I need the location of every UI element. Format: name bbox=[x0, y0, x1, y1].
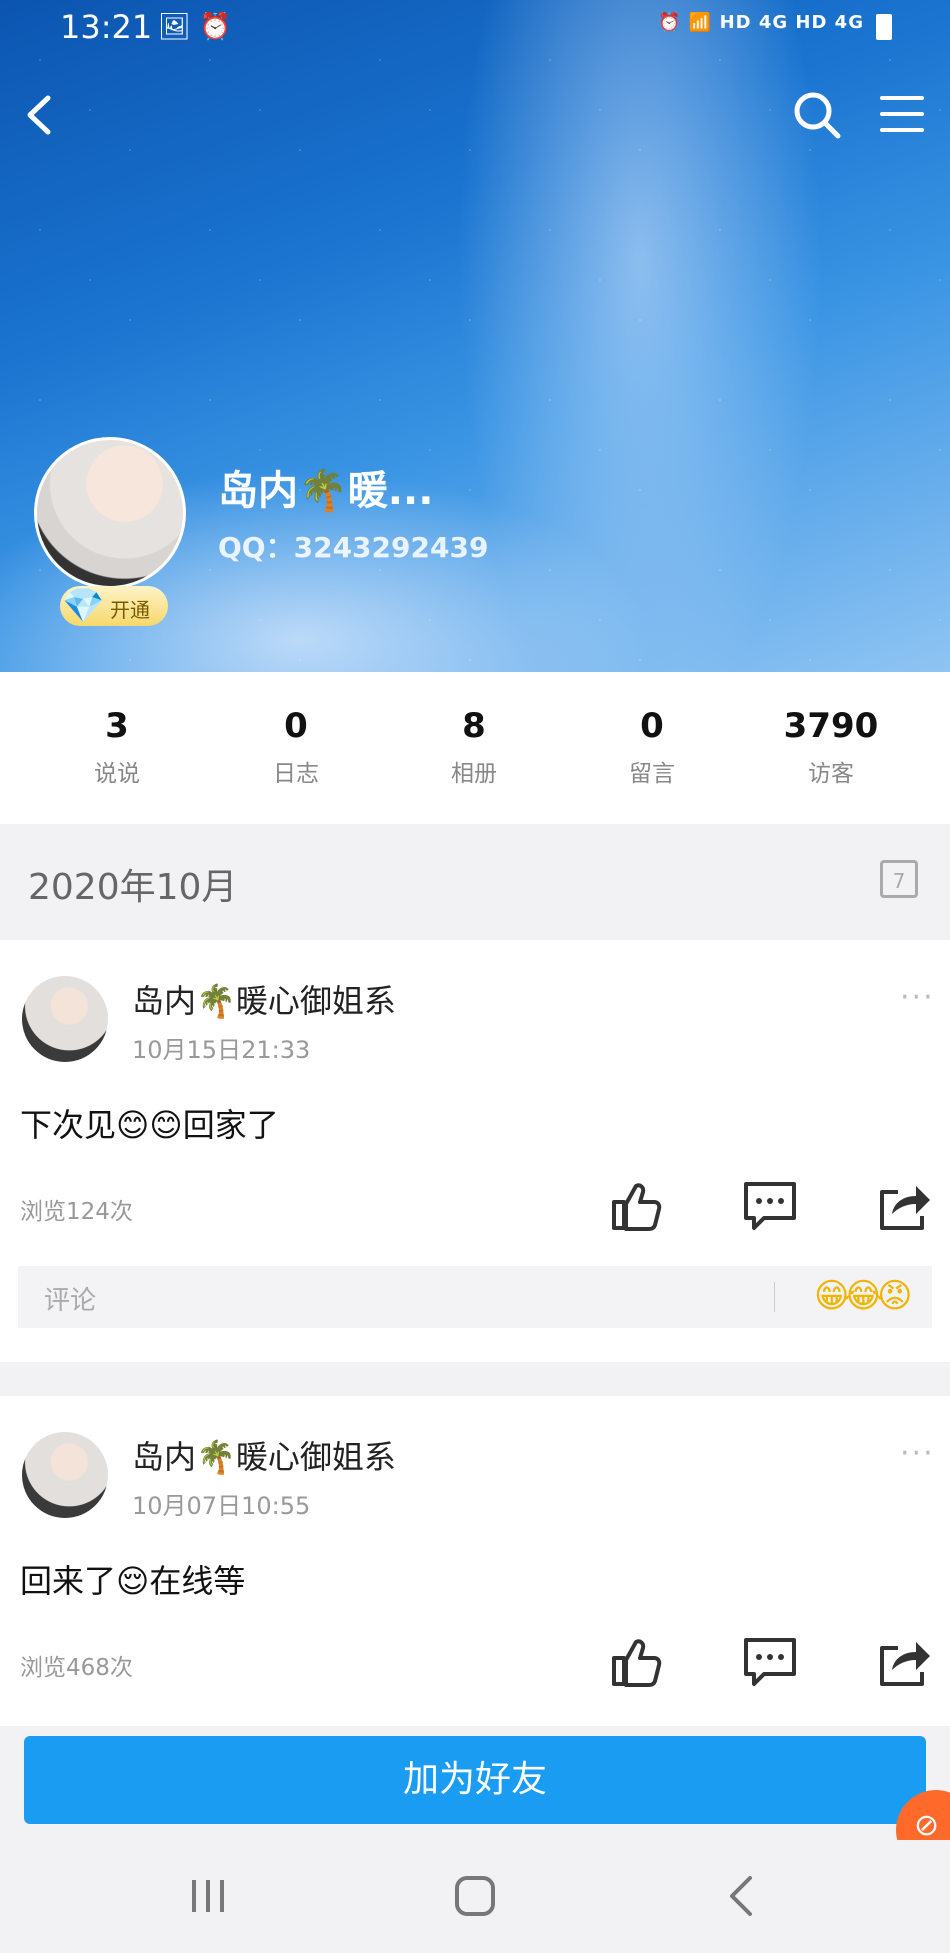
stat-value: 3790 bbox=[783, 706, 879, 746]
feed-post: 岛内🌴暖心御姐系 10月15日21:33 ··· 下次见😊😊回家了 浏览124次… bbox=[0, 940, 950, 1362]
search-icon[interactable] bbox=[792, 90, 842, 140]
more-options-icon[interactable]: ··· bbox=[900, 980, 935, 1015]
recent-apps-icon[interactable] bbox=[180, 1870, 240, 1922]
stat-messages[interactable]: 0 留言 bbox=[562, 706, 742, 788]
post-author-name[interactable]: 岛内🌴暖心御姐系 bbox=[132, 976, 396, 1022]
quick-emoji-reactions[interactable]: 😁😂😡 bbox=[814, 1276, 913, 1316]
stat-label: 日志 bbox=[273, 761, 319, 787]
post-author-name[interactable]: 岛内🌴暖心御姐系 bbox=[132, 1432, 396, 1478]
home-icon[interactable] bbox=[445, 1870, 505, 1922]
vip-badge-label: 开通 bbox=[110, 598, 150, 622]
diamond-icon: 💎 bbox=[62, 586, 105, 626]
stat-albums[interactable]: 8 相册 bbox=[384, 706, 564, 788]
stats-bar: 3 说说 0 日志 8 相册 0 留言 3790 访客 bbox=[0, 672, 950, 825]
stat-label: 访客 bbox=[808, 761, 854, 787]
stat-value: 3 bbox=[105, 706, 129, 746]
post-author-avatar[interactable] bbox=[22, 1432, 108, 1518]
comment-icon[interactable] bbox=[742, 1180, 798, 1232]
profile-avatar[interactable] bbox=[34, 437, 186, 589]
post-separator bbox=[0, 1362, 950, 1396]
post-text: 回来了😌在线等 bbox=[20, 1562, 246, 1600]
calendar-icon[interactable]: 7 bbox=[880, 860, 918, 898]
post-view-count: 浏览468次 bbox=[20, 1655, 133, 1681]
hamburger-menu-icon[interactable] bbox=[880, 94, 924, 134]
status-bar: 13:21 🖼 ⏰ ⏰ 📶 HD 4G HD 4G bbox=[0, 0, 950, 56]
system-nav-bar bbox=[0, 1840, 950, 1953]
status-time: 13:21 bbox=[60, 8, 153, 46]
stat-visitors[interactable]: 3790 访客 bbox=[741, 706, 921, 788]
status-right-icons: ⏰ 📶 HD 4G HD 4G bbox=[658, 12, 864, 33]
share-icon[interactable] bbox=[876, 1636, 932, 1688]
stat-blog[interactable]: 0 日志 bbox=[206, 706, 386, 788]
stat-shuoshuo[interactable]: 3 说说 bbox=[27, 706, 207, 788]
like-icon[interactable] bbox=[608, 1636, 664, 1688]
more-options-icon[interactable]: ··· bbox=[900, 1436, 935, 1471]
comment-icon[interactable] bbox=[742, 1636, 798, 1688]
back-arrow-icon[interactable] bbox=[20, 90, 60, 140]
stat-label: 留言 bbox=[629, 761, 675, 787]
share-icon[interactable] bbox=[876, 1180, 932, 1232]
profile-name: 岛内🌴暖... bbox=[218, 468, 434, 514]
profile-qq-number: QQ：3243292439 bbox=[218, 531, 489, 564]
post-timestamp: 10月15日21:33 bbox=[132, 1036, 311, 1064]
stat-value: 0 bbox=[284, 706, 308, 746]
stat-label: 相册 bbox=[451, 761, 497, 787]
post-text: 下次见😊😊回家了 bbox=[20, 1106, 279, 1144]
add-friend-button[interactable]: 加为好友 bbox=[24, 1736, 926, 1824]
battery-icon bbox=[876, 14, 892, 40]
stat-value: 0 bbox=[640, 706, 664, 746]
like-icon[interactable] bbox=[608, 1180, 664, 1232]
post-timestamp: 10月07日10:55 bbox=[132, 1492, 311, 1520]
comment-input[interactable]: 评论 😁😂😡 bbox=[18, 1266, 932, 1328]
link-icon: ⊘ bbox=[914, 1808, 940, 1843]
stat-label: 说说 bbox=[94, 761, 140, 787]
feed-post: 岛内🌴暖心御姐系 10月07日10:55 ··· 回来了😌在线等 浏览468次 bbox=[0, 1396, 950, 1726]
divider bbox=[774, 1282, 775, 1312]
post-author-avatar[interactable] bbox=[22, 976, 108, 1062]
vip-badge[interactable]: 💎 开通 bbox=[60, 586, 168, 626]
back-nav-icon[interactable] bbox=[712, 1870, 772, 1922]
post-view-count: 浏览124次 bbox=[20, 1199, 133, 1225]
month-header: 2020年10月 7 bbox=[0, 824, 950, 940]
month-label: 2020年10月 bbox=[28, 867, 238, 908]
stat-value: 8 bbox=[462, 706, 486, 746]
profile-cover: 13:21 🖼 ⏰ ⏰ 📶 HD 4G HD 4G 💎 开通 岛内🌴暖... Q… bbox=[0, 0, 950, 672]
status-left-icons: 🖼 ⏰ bbox=[158, 12, 232, 42]
comment-placeholder: 评论 bbox=[44, 1286, 97, 1316]
